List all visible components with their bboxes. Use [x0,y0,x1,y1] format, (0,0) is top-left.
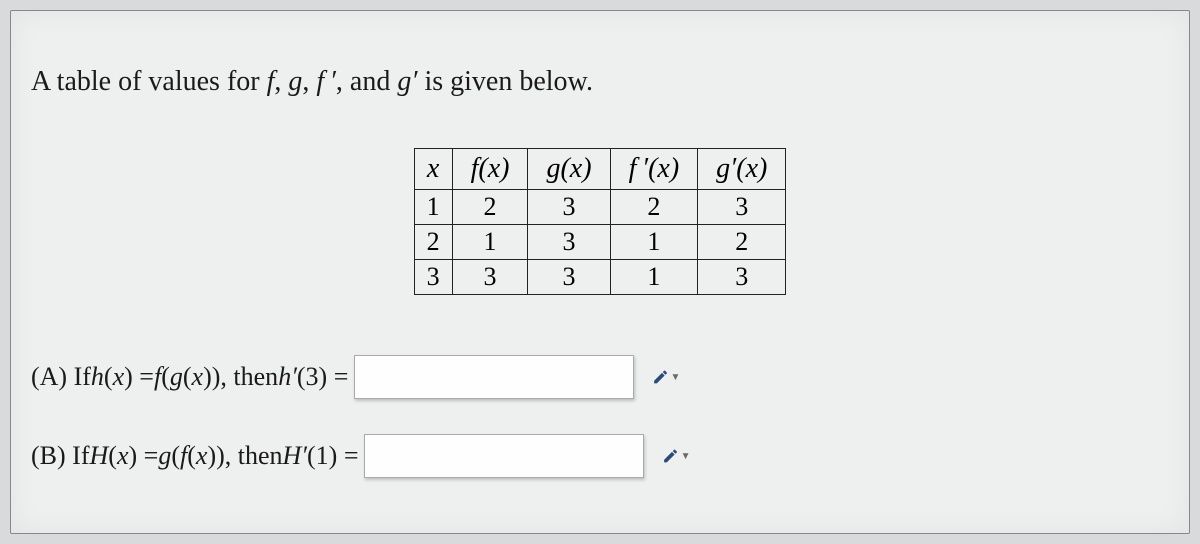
question-a-row: (A) If h ( x ) = f ( g ( x )) , then h′ … [31,355,1169,399]
equation-editor-button[interactable]: ▼ [662,442,690,470]
cell-fpx: 2 [610,190,698,225]
qa-x2: x [192,362,204,392]
qb-open4: (1) = [307,441,358,471]
pencil-icon [652,368,669,386]
cell-x: 2 [414,225,452,260]
cell-gx: 3 [528,190,610,225]
qa-open4: (3) = [297,362,348,392]
qa-label: (A) If [31,362,91,392]
problem-page: A table of values for f, g, f ′, and g′ … [10,10,1190,534]
qa-g: g [170,362,183,392]
cell-fpx: 1 [610,225,698,260]
qa-f: f [154,362,161,392]
qb-close3: )) [207,441,224,471]
answer-a-input[interactable] [354,355,634,399]
table-row: 3 3 3 1 3 [414,260,786,295]
intro-sep2: , [302,66,316,97]
intro-prefix: A table of values for [31,66,267,97]
table-header-row: x f(x) g(x) f ′(x) g′(x) [414,149,786,190]
qa-x: x [113,362,125,392]
qa-close3: )) [203,362,220,392]
qa-close: ) = [124,362,154,392]
intro-g: g [288,66,302,97]
cell-gpx: 2 [698,225,786,260]
qb-Hp: H′ [283,441,307,471]
qb-f: f [180,441,187,471]
header-x: x [414,149,452,190]
cell-gpx: 3 [698,260,786,295]
cell-fx: 1 [452,225,528,260]
cell-x: 1 [414,190,452,225]
qb-x: x [117,441,129,471]
cell-gx: 3 [528,260,610,295]
header-gx: g(x) [528,149,610,190]
qa-hp: h′ [278,362,297,392]
cell-gx: 3 [528,225,610,260]
intro-fprime: f ′ [316,66,336,97]
caret-down-icon: ▼ [681,451,691,462]
qa-open: ( [104,362,113,392]
intro-gprime: g′ [397,66,417,97]
qb-open2: ( [171,441,180,471]
qb-close: ) = [128,441,158,471]
cell-gpx: 3 [698,190,786,225]
qa-then: , then [220,362,278,392]
qb-H: H [89,441,108,471]
intro-text: A table of values for f, g, f ′, and g′ … [31,66,1169,98]
qb-then: , then [225,441,283,471]
values-table: x f(x) g(x) f ′(x) g′(x) 1 2 3 2 3 2 1 [414,148,787,295]
cell-fx: 3 [452,260,528,295]
table-wrap: x f(x) g(x) f ′(x) g′(x) 1 2 3 2 3 2 1 [31,148,1169,295]
questions: (A) If h ( x ) = f ( g ( x )) , then h′ … [31,355,1169,478]
intro-sep1: , [274,66,288,97]
qa-open3: ( [183,362,192,392]
header-fpx: f ′(x) [610,149,698,190]
cell-fpx: 1 [610,260,698,295]
qb-g: g [158,441,171,471]
qb-x2: x [196,441,208,471]
intro-suffix: is given below. [417,66,593,97]
table-row: 2 1 3 1 2 [414,225,786,260]
answer-b-input[interactable] [364,434,644,478]
caret-down-icon: ▼ [670,372,680,383]
cell-x: 3 [414,260,452,295]
table-row: 1 2 3 2 3 [414,190,786,225]
qa-h: h [91,362,104,392]
pencil-icon [662,447,679,465]
equation-editor-button[interactable]: ▼ [652,363,680,391]
qa-open2: ( [161,362,170,392]
qb-open3: ( [187,441,196,471]
qb-label: (B) If [31,441,89,471]
qb-open: ( [108,441,117,471]
header-gpx: g′(x) [698,149,786,190]
header-fx: f(x) [452,149,528,190]
intro-sep3: , and [336,66,397,97]
question-b-row: (B) If H ( x ) = g ( f ( x )) , then H′ … [31,434,1169,478]
cell-fx: 2 [452,190,528,225]
